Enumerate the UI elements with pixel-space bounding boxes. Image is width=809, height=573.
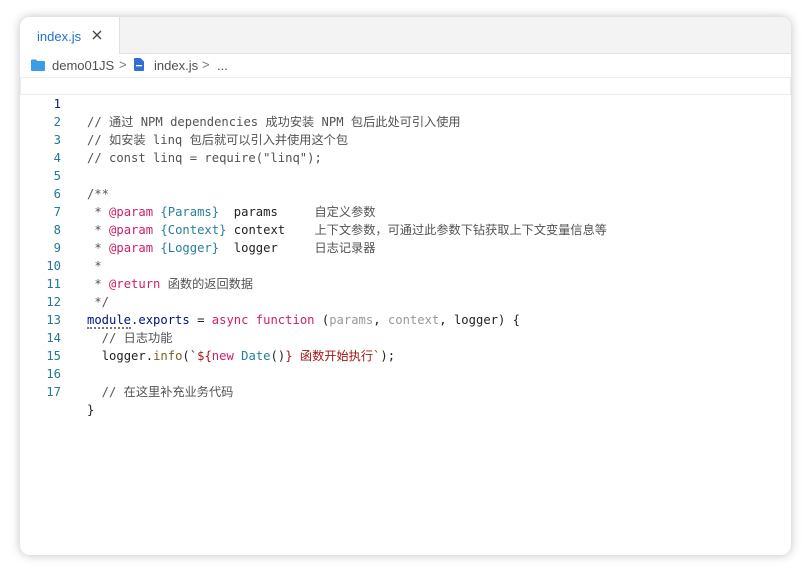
code-line[interactable]: 16 // 在这里补充业务代码 [20,347,791,399]
code-line[interactable]: 6 * @param {Params} params 自定义参数 [20,167,791,219]
code-line[interactable]: 4 [20,131,791,165]
breadcrumb-separator: > [119,57,127,72]
code-line[interactable]: 7 * @param {Context} context 上下文参数，可通过此参… [20,185,791,237]
code-line[interactable]: 8 * @param {Logger} logger 日志记录器 [20,203,791,255]
breadcrumb: demo01JS > index.js > ... [20,54,791,77]
js-file-icon [134,58,144,71]
close-icon[interactable] [90,28,104,42]
code-line[interactable]: 1 // 通过 NPM dependencies 成功安装 NPM 包后此处可引… [20,77,791,129]
breadcrumb-file[interactable]: index.js [154,58,198,73]
code-line[interactable]: 13 // 日志功能 [20,293,791,345]
code-line[interactable]: 14 logger.info(`${new Date()} 函数开始执行`); [20,311,791,363]
tab-index-js[interactable]: index.js [20,17,120,54]
tab-bar: index.js [20,17,791,54]
code-text: // 在这里补充业务代码 [87,385,234,399]
breadcrumb-symbols[interactable]: ... [217,58,228,73]
code-line[interactable]: 9 * [20,221,791,273]
code-line[interactable]: 12 module.exports = async function (para… [20,275,791,329]
code-line[interactable]: 2 // 如安装 linq 包后就可以引入并使用这个包 [20,95,791,147]
breadcrumb-folder[interactable]: demo01JS [52,58,114,73]
code-line[interactable]: 5 /** [20,149,791,201]
code-line[interactable]: 3 // const linq = require("linq"); [20,113,791,165]
code-line[interactable]: 11 */ [20,257,791,309]
folder-icon [31,59,45,71]
code-line[interactable]: 15 [20,329,791,363]
editor-window: index.js demo01JS > index.js > ... 1 // … [20,17,791,555]
tab-label: index.js [37,29,82,44]
code-line[interactable]: 10 * @return 函数的返回数据 [20,239,791,291]
breadcrumb-separator: > [202,57,210,72]
code-text: } [87,403,95,417]
code-editor[interactable]: 1 // 通过 NPM dependencies 成功安装 NPM 包后此处可引… [20,77,791,555]
line-number: 17 [46,385,61,399]
code-line[interactable]: 17 } [20,365,791,417]
